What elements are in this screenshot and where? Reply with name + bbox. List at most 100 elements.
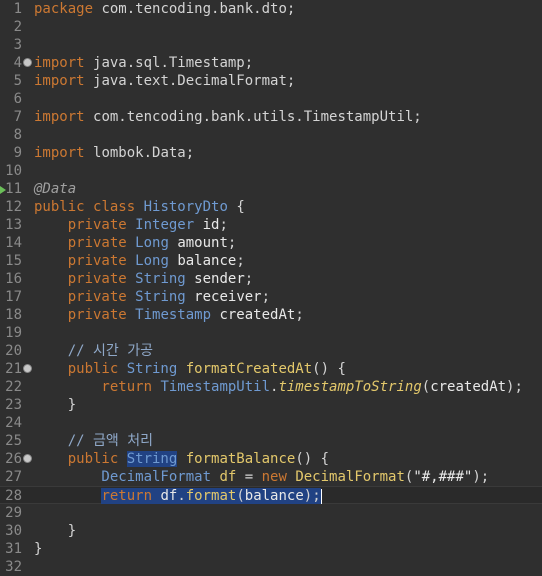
code-token: ; <box>227 235 237 251</box>
code-text: DecimalFormat df = new DecimalFormat("#,… <box>34 468 489 486</box>
code-editor[interactable]: 1 package com.tencoding.bank.dto; 2 3 4 impor… <box>0 0 542 575</box>
code-token: TimestampUtil <box>160 379 271 395</box>
code-token: balance <box>244 488 304 504</box>
code-line[interactable]: 13 private Integer id; <box>0 216 542 234</box>
code-text: private String sender; <box>34 270 253 288</box>
code-line[interactable]: 11 @Data <box>0 180 542 198</box>
code-line[interactable]: 15 private Long balance; <box>0 252 542 270</box>
code-token: ); <box>303 488 321 504</box>
code-line[interactable]: 28 return df.format(balance); <box>0 486 542 504</box>
code-line[interactable]: 14 private Long amount; <box>0 234 542 252</box>
code-token: sender <box>194 271 245 287</box>
code-token: class <box>93 199 144 215</box>
code-line[interactable]: 23 } <box>0 396 542 414</box>
code-line[interactable]: 22 return TimestampUtil.timestampToStrin… <box>0 378 542 396</box>
code-token: ( <box>421 379 431 395</box>
code-token: // 금액 처리 <box>34 433 153 449</box>
code-text: return TimestampUtil.timestampToString(c… <box>34 378 523 396</box>
code-line[interactable]: 7 import com.tencoding.bank.utils.Timesta… <box>0 108 542 126</box>
code-token: () { <box>312 361 346 377</box>
code-text: return df.format(balance); <box>34 487 322 505</box>
code-token: } <box>34 523 77 539</box>
code-token: import <box>34 145 94 161</box>
code-token: formatBalance <box>185 451 296 467</box>
line-number: 15 <box>5 253 22 269</box>
code-text: } <box>34 522 76 540</box>
code-line[interactable]: 30 } <box>0 522 542 540</box>
line-number: 7 <box>13 109 22 125</box>
code-line[interactable]: 27 DecimalFormat df = new DecimalFormat(… <box>0 468 542 486</box>
code-text: // 시간 가공 <box>34 342 153 360</box>
code-token: HistoryDto <box>143 199 228 215</box>
line-number: 22 <box>5 379 22 395</box>
code-token: Timestamp <box>135 307 220 323</box>
code-line[interactable]: 32 <box>0 558 542 576</box>
code-text: package com.tencoding.bank.dto; <box>34 0 295 18</box>
fold-toggle-icon[interactable] <box>23 58 32 67</box>
code-line[interactable]: 26 public String formatBalance() { <box>0 450 542 468</box>
code-line[interactable]: 8 <box>0 126 542 144</box>
code-text: @Data <box>34 180 76 198</box>
code-token: ; <box>236 253 245 269</box>
code-line[interactable]: 16 private String sender; <box>0 270 542 288</box>
code-line[interactable]: 31} <box>0 540 542 558</box>
code-line[interactable]: 19 <box>0 324 542 342</box>
code-token: () { <box>295 451 330 467</box>
code-token: amount <box>177 235 228 251</box>
code-line[interactable]: 25 // 금액 처리 <box>0 432 542 450</box>
line-number: 20 <box>5 343 22 359</box>
code-line[interactable]: 20 // 시간 가공 <box>0 342 542 360</box>
code-token: ); <box>506 379 523 395</box>
code-text: private String receiver; <box>34 288 270 306</box>
code-line[interactable]: 1 package com.tencoding.bank.dto; <box>0 0 542 18</box>
code-token: package <box>34 1 102 17</box>
code-text: private Long balance; <box>34 252 245 270</box>
code-token: // 시간 가공 <box>34 343 153 359</box>
code-line[interactable]: 17 private String receiver; <box>0 288 542 306</box>
code-token: private <box>34 253 136 269</box>
code-line[interactable]: 12 public class HistoryDto { <box>0 198 542 216</box>
code-line[interactable]: 4 import java.sql.Timestamp; <box>0 54 542 72</box>
code-token: com.tencoding.bank.dto; <box>101 1 296 17</box>
code-text: import com.tencoding.bank.utils.Timestam… <box>34 108 422 126</box>
code-token: = <box>236 469 262 485</box>
line-number: 23 <box>5 397 22 413</box>
line-number: 10 <box>5 163 22 179</box>
code-token: formatCreatedAt <box>185 361 313 377</box>
code-text: public String formatCreatedAt() { <box>34 360 346 378</box>
code-token: new <box>261 469 296 485</box>
fold-toggle-icon[interactable] <box>23 454 32 463</box>
code-token: df <box>219 469 237 485</box>
code-line[interactable]: 9 import lombok.Data; <box>0 144 542 162</box>
code-token: com.tencoding.bank.utils.TimestampUtil; <box>93 109 422 125</box>
code-token: balance <box>177 253 237 269</box>
line-number: 16 <box>5 271 22 287</box>
line-number: 8 <box>13 127 22 143</box>
line-number: 13 <box>5 217 22 233</box>
code-token: String <box>126 361 186 377</box>
line-number: 3 <box>13 37 22 53</box>
code-token: df <box>160 488 178 504</box>
code-line[interactable]: 21 public String formatCreatedAt() { <box>0 360 542 378</box>
line-number: 28 <box>5 488 22 504</box>
code-line[interactable]: 24 <box>0 414 542 432</box>
code-token: timestampToString <box>278 379 422 395</box>
code-line[interactable]: 5 import java.text.DecimalFormat; <box>0 72 542 90</box>
code-token: Integer <box>135 217 203 233</box>
code-line[interactable]: 18 private Timestamp createdAt; <box>0 306 542 324</box>
code-text: public String formatBalance() { <box>34 450 329 468</box>
code-token: lombok.Data; <box>93 145 195 161</box>
code-text: // 금액 처리 <box>34 432 153 450</box>
code-token: ); <box>472 469 490 485</box>
line-number: 31 <box>5 541 22 557</box>
code-token: public <box>34 361 127 377</box>
code-token: createdAt <box>219 307 296 323</box>
code-line[interactable]: 10 <box>0 162 542 180</box>
fold-toggle-icon[interactable] <box>23 364 32 373</box>
code-line[interactable]: 3 <box>0 36 542 54</box>
code-line[interactable]: 2 <box>0 18 542 36</box>
code-line[interactable]: 29 <box>0 504 542 522</box>
line-number: 27 <box>5 469 22 485</box>
line-number: 32 <box>5 559 22 575</box>
code-line[interactable]: 6 <box>0 90 542 108</box>
